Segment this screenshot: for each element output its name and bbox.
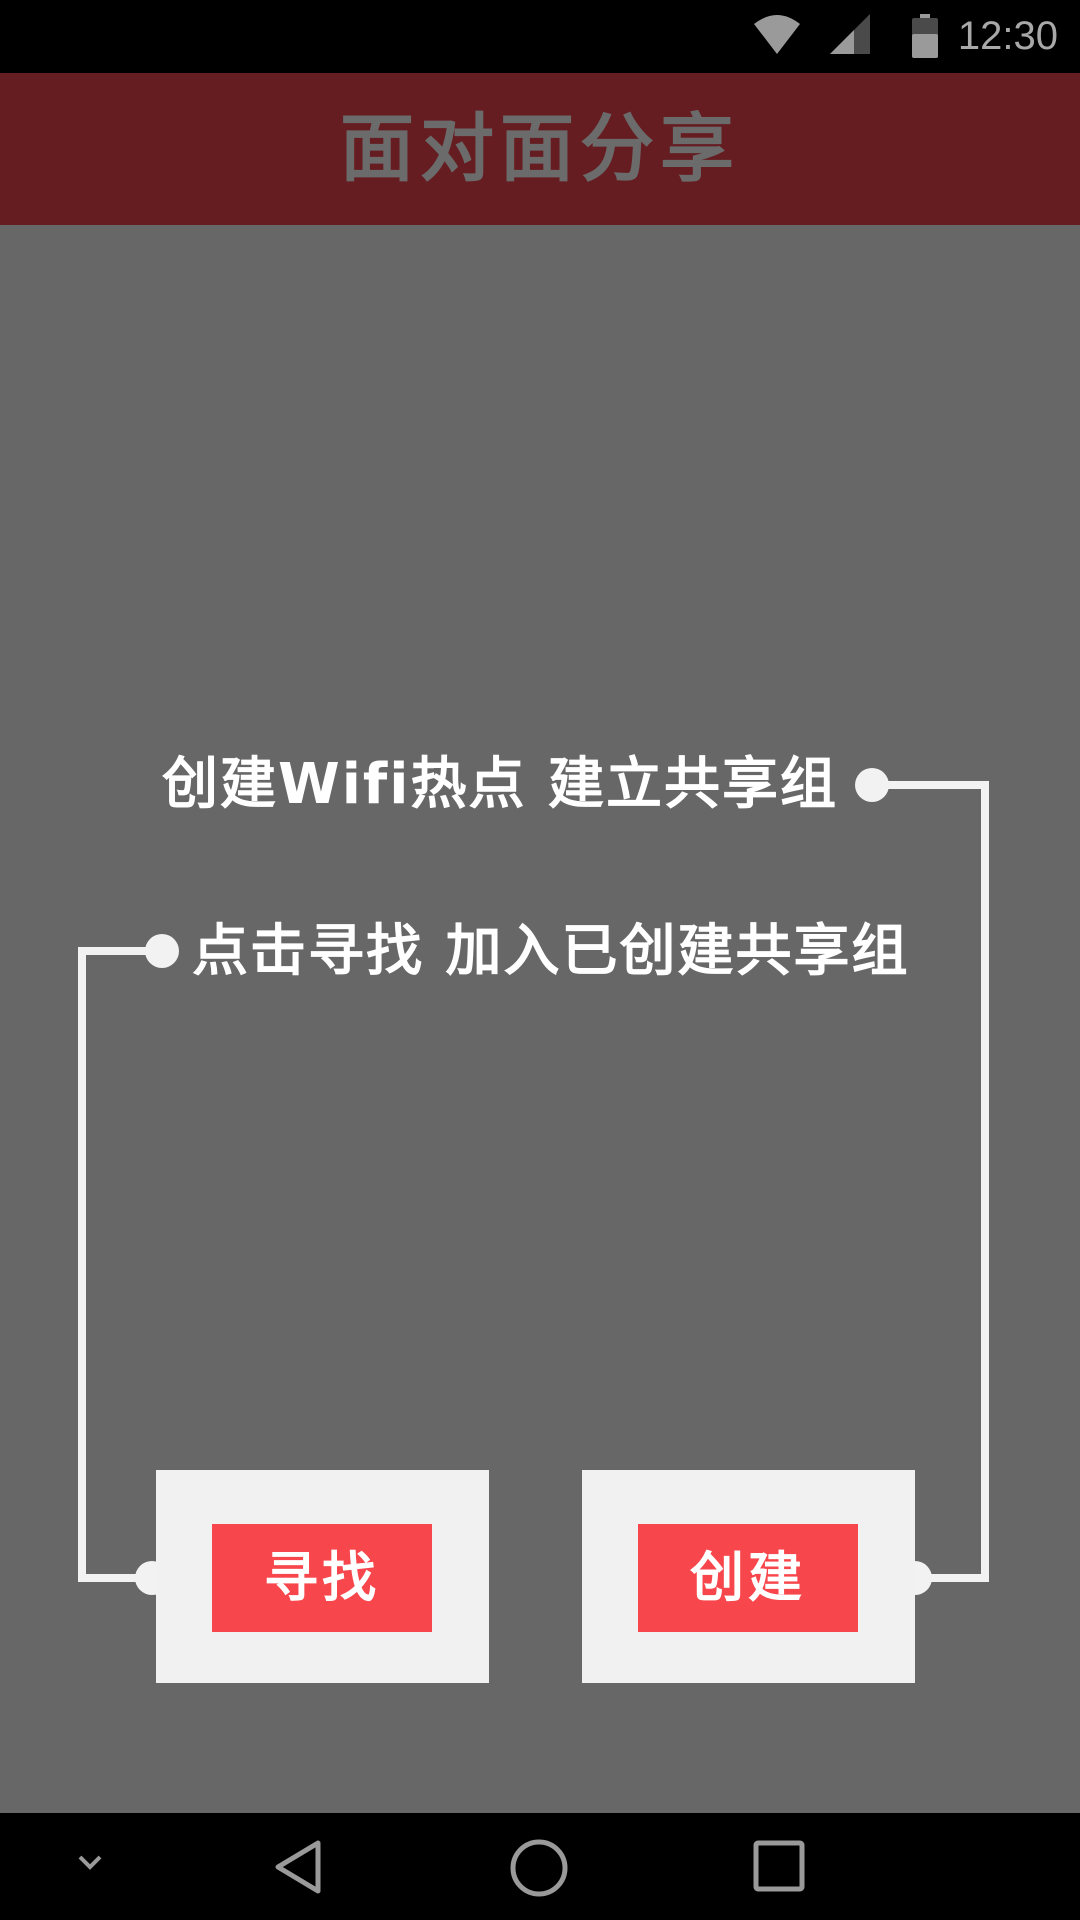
wifi-icon: [754, 14, 800, 56]
create-button[interactable]: 创建: [638, 1524, 858, 1632]
create-connector: [872, 781, 989, 1582]
page-title: 面对面分享: [340, 106, 740, 192]
title-bar: 面对面分享: [0, 73, 1080, 225]
create-card: 创建: [582, 1470, 915, 1683]
navigation-bar: [0, 1813, 1080, 1920]
find-instruction-text: 点击寻找 加入已创建共享组: [192, 919, 910, 984]
find-button[interactable]: 寻找: [212, 1524, 432, 1632]
home-icon[interactable]: [508, 1837, 570, 1899]
battery-icon: [912, 14, 938, 58]
find-connector: [78, 947, 162, 1582]
screen: 12:30 面对面分享 创建Wifi热点 建立共享组 点击寻找 加入已创建共享组…: [0, 0, 1080, 1920]
cell-signal-icon: [830, 14, 870, 54]
create-connector-dot: [855, 768, 889, 802]
back-icon[interactable]: [270, 1837, 330, 1897]
status-bar: 12:30: [0, 0, 1080, 73]
find-connector-dot: [145, 934, 179, 968]
create-instruction-text: 创建Wifi热点 建立共享组: [161, 752, 838, 817]
recents-icon[interactable]: [752, 1839, 806, 1893]
status-clock: 12:30: [957, 14, 1058, 58]
find-card: 寻找: [156, 1470, 489, 1683]
collapse-chevron-icon[interactable]: [70, 1843, 110, 1883]
